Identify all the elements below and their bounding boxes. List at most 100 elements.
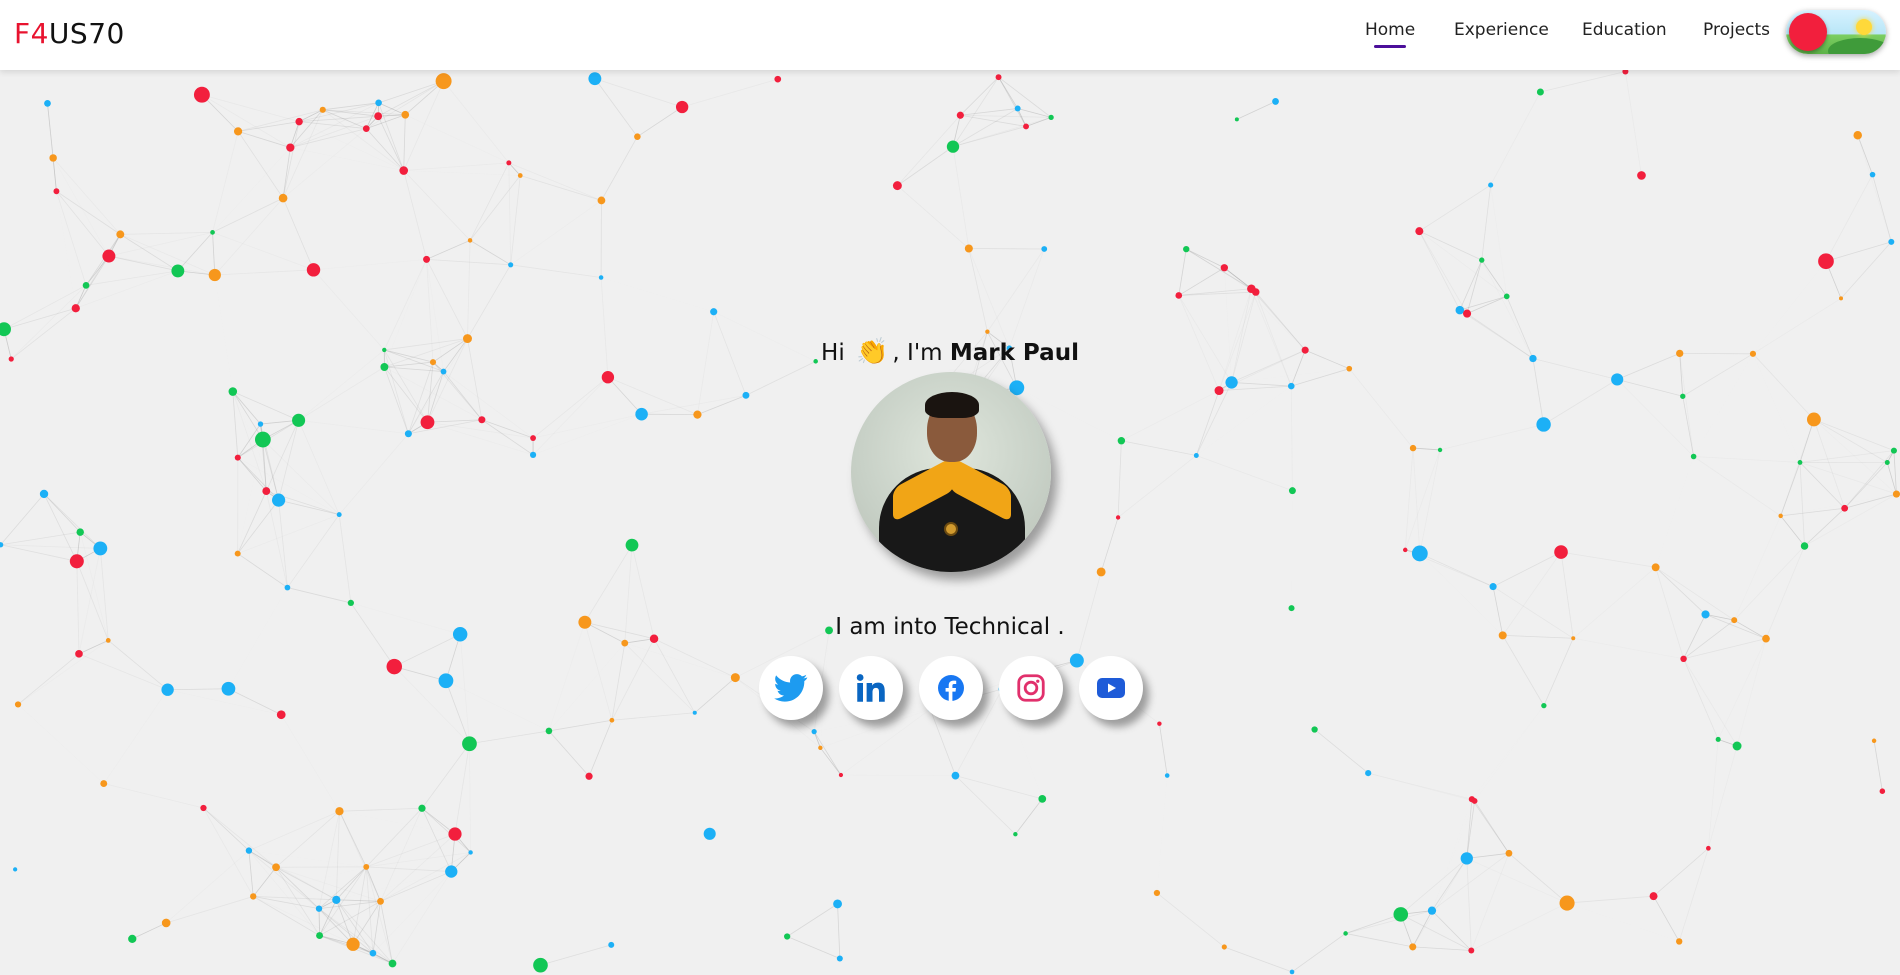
nav-item-experience[interactable]: Experience [1454,20,1549,48]
network-node [1468,947,1475,954]
network-node [161,683,174,696]
network-node [418,804,426,812]
network-node [1839,296,1844,301]
social-links [759,656,1143,720]
network-node [634,133,641,140]
network-node [284,584,291,591]
network-node [14,701,22,708]
youtube-button[interactable] [1079,656,1143,720]
wave-hand-icon: 👏 [856,337,889,367]
greeting-prefix: Hi [821,340,845,366]
network-node [71,304,80,313]
network-node [833,899,843,909]
network-node [625,538,639,552]
network-node [588,72,602,86]
network-node [362,125,370,132]
network-node [1225,376,1238,389]
avatar-hair [925,392,979,418]
network-node [1183,245,1190,253]
network-node [1365,770,1372,777]
network-node [508,262,514,268]
network-node [1680,655,1687,663]
twitter-button[interactable] [759,656,823,720]
network-node [100,780,108,788]
network-node [811,729,817,735]
nav-item-label: Home [1365,20,1416,40]
network-node [956,111,964,119]
instagram-button[interactable] [999,656,1063,720]
network-node [1193,453,1199,458]
network-node [1471,798,1478,804]
network-node [1479,257,1485,263]
network-node [53,188,60,195]
network-node [1023,123,1029,130]
network-node [838,772,844,778]
network-node [1117,437,1126,445]
network-node [1892,490,1900,498]
instagram-icon [1017,674,1045,702]
network-node [1463,309,1472,318]
nav-item-projects[interactable]: Projects [1703,20,1770,48]
network-node [375,99,382,107]
network-node [1214,386,1224,396]
network-node [0,322,11,337]
network-node [1505,849,1513,857]
network-node [1888,238,1895,245]
network-node [836,955,843,962]
network-node [1559,895,1575,911]
network-node [228,387,238,396]
network-node [533,957,548,973]
network-node [1272,98,1279,105]
network-node [1427,906,1437,915]
network-node [1153,889,1161,897]
network-node [254,431,271,448]
network-node [401,110,410,119]
network-node [234,550,241,557]
network-node [262,487,271,495]
brand-prefix: F4 [14,17,49,50]
network-node [468,850,473,855]
network-node [347,599,354,607]
network-node [545,727,553,735]
network-node [1096,567,1106,577]
network-node [608,941,615,948]
network-node [346,937,360,951]
network-node [1869,171,1876,178]
nav-item-label: Education [1582,20,1667,40]
network-node [1541,702,1547,709]
nav-item-home[interactable]: Home [1365,20,1415,48]
facebook-button[interactable] [919,656,983,720]
network-node [1706,845,1711,851]
network-node [1343,931,1348,936]
network-node [1402,547,1408,553]
network-node [1680,393,1686,399]
network-node [1554,545,1568,559]
network-node [1289,969,1295,975]
network-node [1611,373,1624,386]
network-node [693,410,702,419]
network-node [1879,788,1886,794]
network-node [272,863,280,872]
network-node [1038,794,1047,803]
network-node [1041,246,1048,252]
network-node [964,244,973,253]
network-node [257,421,264,427]
network-node [420,415,435,430]
brand-logo[interactable]: F4US70 [14,17,125,50]
network-node [1311,726,1318,733]
network-node [386,658,403,675]
navbar: F4US70 Home Experience Education Project… [0,0,1900,70]
network-node [82,281,90,289]
network-node [1489,583,1497,591]
nav-item-education[interactable]: Education [1582,20,1667,48]
network-node [377,897,384,905]
theme-toggle[interactable] [1786,10,1886,54]
network-node [946,140,960,153]
network-node [1409,444,1417,452]
network-node [710,308,718,316]
linkedin-button[interactable] [839,656,903,720]
youtube-icon [1097,678,1125,698]
network-node [399,166,409,175]
network-node [1157,721,1162,726]
network-node [369,949,377,957]
